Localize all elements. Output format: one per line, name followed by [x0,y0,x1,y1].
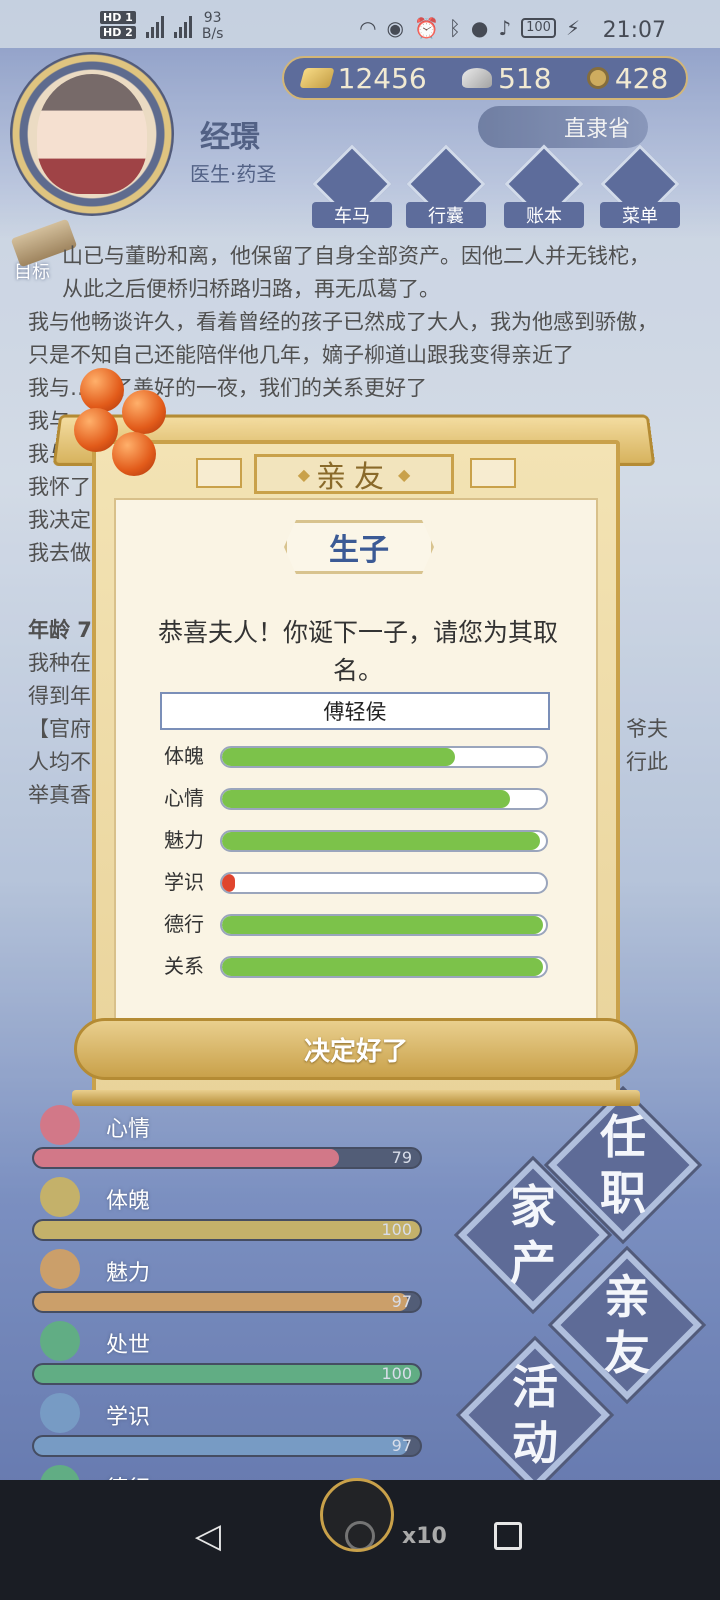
float-count: x10 [402,1524,447,1549]
share-float-button[interactable] [320,1478,394,1552]
attribute-label: 魅力 [164,828,204,852]
attribute-bar-fill [222,790,511,808]
attribute-label: 关系 [164,954,204,978]
recent-apps-icon[interactable] [484,1512,532,1560]
attribute-bar-fill [222,958,543,976]
child-naming-dialog: ◆ 亲友 ◆ 生子 恭喜夫人！你诞下一子，请您为其取名。 体魄心情魅力学识德行关… [52,414,656,1106]
dialog-body: 生子 恭喜夫人！你诞下一子，请您为其取名。 体魄心情魅力学识德行关系 [114,498,598,1038]
back-icon[interactable]: ◁ [184,1512,232,1560]
scroll-roll-bottom [72,1090,640,1106]
dialog-header-label: 亲友 [316,460,392,495]
dialog-ornament [470,458,516,488]
dialog-message: 恭喜夫人！你诞下一子，请您为其取名。 [157,618,558,685]
attribute-bar [220,956,548,978]
child-name-input[interactable] [160,692,550,730]
attribute-row: 学识 [164,868,554,900]
dialog-ornament [196,458,242,488]
attribute-row: 魅力 [164,826,554,858]
attribute-label: 体魄 [164,744,204,768]
attribute-label: 心情 [164,786,204,810]
attribute-label: 德行 [164,912,204,936]
attribute-bar [220,872,548,894]
attribute-row: 关系 [164,952,554,984]
diamond-ornament-icon: ◆ [297,464,310,484]
candied-fruit-icon [62,360,182,480]
attribute-bar [220,914,548,936]
confirm-button[interactable]: 决定好了 [74,1018,638,1080]
attribute-bar-fill [222,748,456,766]
attribute-label: 学识 [164,870,204,894]
attribute-bar [220,788,548,810]
attribute-row: 心情 [164,784,554,816]
attribute-bar-fill [222,874,235,892]
attribute-bar [220,830,548,852]
attribute-bar-fill [222,916,543,934]
attribute-row: 体魄 [164,742,554,774]
dialog-header: ◆ 亲友 ◆ [254,454,454,495]
attribute-bar [220,746,548,768]
diamond-ornament-icon: ◆ [398,464,411,484]
dialog-title: 生子 [284,520,434,574]
attribute-row: 德行 [164,910,554,942]
attribute-bar-fill [222,832,540,850]
